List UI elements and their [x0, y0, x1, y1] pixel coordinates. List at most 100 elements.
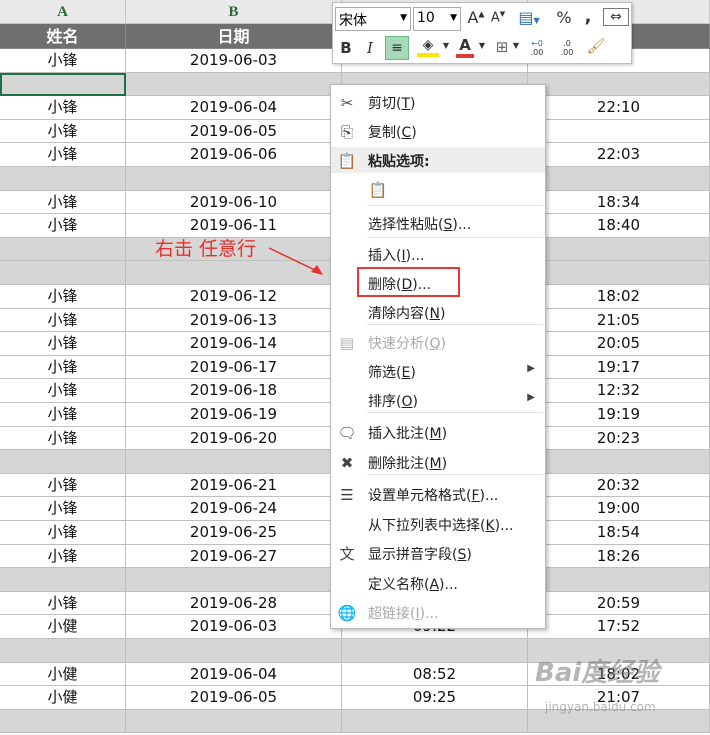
cell-date[interactable]: 2019-06-06 — [126, 143, 342, 167]
cell-date[interactable]: 2019-06-13 — [126, 308, 342, 333]
cell-date[interactable]: 2019-06-10 — [126, 190, 342, 215]
cell-name[interactable] — [0, 639, 126, 663]
cell-name[interactable] — [0, 450, 126, 474]
menu-item-10[interactable]: 排序(O) ▶ — [331, 387, 545, 413]
cell-time2[interactable] — [528, 237, 710, 262]
accounting-format-icon[interactable]: ▤▼ — [515, 8, 543, 27]
menu-item-12[interactable]: ✖ 删除批注(M) — [331, 449, 545, 475]
chevron-down-icon[interactable]: ▼ — [441, 41, 451, 50]
grow-font-button[interactable]: A▲ — [467, 8, 485, 27]
cell-date[interactable] — [126, 167, 342, 191]
cell-date[interactable]: 2019-06-17 — [126, 355, 342, 380]
cell-time2[interactable]: 22:03 — [528, 143, 710, 167]
cell-time2[interactable] — [528, 568, 710, 592]
font-name-select[interactable]: 宋体 ▼ — [335, 7, 411, 31]
cell-date[interactable]: 2019-06-27 — [126, 544, 342, 569]
menu-item-7[interactable]: 清除内容(N) — [331, 299, 545, 325]
font-size-select[interactable]: 10 ▼ — [413, 7, 461, 31]
cell-name[interactable]: 小锋 — [0, 49, 126, 73]
cell-date[interactable]: 2019-06-05 — [126, 686, 342, 710]
cell-time2[interactable] — [528, 72, 710, 97]
cell-time2[interactable]: 20:05 — [528, 332, 710, 356]
cell-time2[interactable]: 18:26 — [528, 544, 710, 569]
cell-time2[interactable]: 18:02 — [528, 285, 710, 309]
menu-item-5[interactable]: 插入(I)... — [331, 241, 545, 267]
cell-time1[interactable] — [342, 709, 528, 734]
cell-name[interactable]: 小锋 — [0, 190, 126, 215]
cell-time2[interactable]: 18:54 — [528, 521, 710, 545]
cell-name[interactable] — [0, 72, 126, 97]
borders-icon[interactable]: ⊞ — [491, 38, 513, 56]
cell-date[interactable]: 2019-06-05 — [126, 119, 342, 144]
bold-button[interactable]: B — [337, 39, 355, 57]
cell-time2[interactable]: 19:17 — [528, 355, 710, 380]
cell-date[interactable]: 2019-06-20 — [126, 426, 342, 451]
comma-button[interactable]: , — [581, 6, 595, 27]
decrease-decimal-button[interactable]: .0.00 — [555, 39, 579, 57]
align-center-icon[interactable]: ≡ — [385, 36, 409, 60]
cell-name[interactable] — [0, 568, 126, 592]
cell-time2[interactable]: 20:23 — [528, 426, 710, 451]
cell-time2[interactable]: 18:40 — [528, 214, 710, 238]
shrink-font-button[interactable]: A▼ — [489, 10, 507, 25]
cell-date[interactable] — [126, 709, 342, 734]
percent-button[interactable]: % — [555, 8, 573, 27]
cell-time2[interactable]: 18:34 — [528, 190, 710, 215]
menu-item-16[interactable]: 定义名称(A)... — [331, 570, 545, 596]
cell-date[interactable] — [126, 450, 342, 474]
cell-date[interactable]: 2019-06-25 — [126, 521, 342, 545]
format-painter-brush-icon[interactable]: 🖌 — [585, 37, 607, 55]
menu-item-11[interactable]: 🗨 插入批注(M) — [331, 419, 545, 445]
cell-time2[interactable]: 22:10 — [528, 96, 710, 120]
menu-item-13[interactable]: ☰ 设置单元格格式(F)... — [331, 481, 545, 507]
format-painter-icon[interactable]: ⇔ — [603, 8, 629, 26]
cell-name[interactable] — [0, 167, 126, 191]
cell-date[interactable] — [126, 568, 342, 592]
cell-date[interactable]: 2019-06-21 — [126, 473, 342, 498]
cell-date[interactable]: 2019-06-03 — [126, 49, 342, 73]
cell-name[interactable]: 小锋 — [0, 332, 126, 356]
column-header-b[interactable]: B — [126, 0, 342, 24]
cell-name[interactable]: 小锋 — [0, 119, 126, 144]
cell-name[interactable]: 小锋 — [0, 285, 126, 309]
cell-name[interactable]: 小健 — [0, 662, 126, 687]
menu-item-8[interactable]: ▤ 快速分析(Q) — [331, 329, 545, 355]
cell-date[interactable]: 2019-06-04 — [126, 96, 342, 120]
cell-date[interactable]: 2019-06-19 — [126, 403, 342, 427]
cell-time1[interactable]: 09:25 — [342, 686, 528, 710]
cell-name[interactable]: 小锋 — [0, 426, 126, 451]
column-header-a[interactable]: A — [0, 0, 126, 24]
cell-name[interactable]: 小锋 — [0, 308, 126, 333]
cell-time2[interactable]: 17:52 — [528, 615, 710, 639]
menu-item-14[interactable]: 从下拉列表中选择(K)... — [331, 511, 545, 537]
menu-item-9[interactable]: 筛选(E) ▶ — [331, 358, 545, 384]
cell-name[interactable]: 小锋 — [0, 591, 126, 616]
cell-name[interactable] — [0, 709, 126, 734]
cell-name[interactable]: 小锋 — [0, 403, 126, 427]
header-name[interactable]: 姓名 — [0, 24, 126, 49]
cell-name[interactable] — [0, 261, 126, 285]
chevron-down-icon[interactable]: ▼ — [477, 41, 487, 50]
cell-name[interactable]: 小健 — [0, 615, 126, 639]
cell-date[interactable]: 2019-06-14 — [126, 332, 342, 356]
cell-time2[interactable] — [528, 167, 710, 191]
cell-time2[interactable] — [528, 450, 710, 474]
cell-date[interactable]: 2019-06-28 — [126, 591, 342, 616]
menu-item-3[interactable]: 📋 — [331, 176, 545, 202]
cell-date[interactable]: 2019-06-03 — [126, 615, 342, 639]
cell-name[interactable]: 小锋 — [0, 96, 126, 120]
fill-color-icon[interactable]: ◈ — [413, 37, 443, 57]
chevron-down-icon[interactable]: ▼ — [511, 41, 521, 50]
cell-time2[interactable]: 20:59 — [528, 591, 710, 616]
menu-item-4[interactable]: 选择性粘贴(S)... — [331, 210, 545, 236]
cell-date[interactable] — [126, 72, 342, 97]
cell-time2[interactable]: 19:00 — [528, 497, 710, 521]
cell-time1[interactable] — [342, 639, 528, 663]
increase-decimal-button[interactable]: ←0.00 — [525, 39, 549, 57]
cell-time1[interactable]: 08:52 — [342, 662, 528, 687]
cell-time2[interactable]: 21:05 — [528, 308, 710, 333]
cell-time2[interactable] — [528, 119, 710, 144]
menu-item-15[interactable]: 文显示拼音字段(S) — [331, 540, 545, 566]
cell-time2[interactable]: 12:32 — [528, 379, 710, 403]
cell-date[interactable]: 2019-06-24 — [126, 497, 342, 521]
